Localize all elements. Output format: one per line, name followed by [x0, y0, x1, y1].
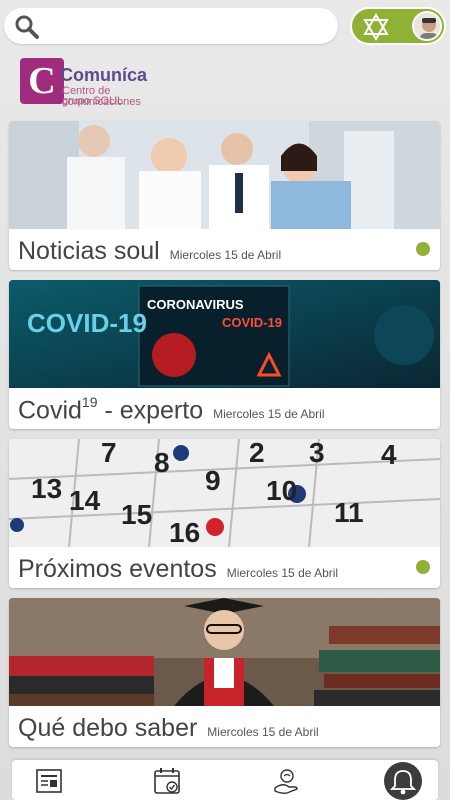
search-icon[interactable]: [14, 14, 40, 40]
card-date: Miercoles 15 de Abril: [207, 725, 319, 739]
card-date: Miercoles 15 de Abril: [226, 566, 339, 580]
avatar[interactable]: [412, 11, 442, 41]
graduate-image: [9, 598, 440, 706]
logo-subtitle-2: grupo SOUL: [62, 95, 124, 107]
bell-button[interactable]: [384, 762, 422, 800]
cal-num: 3: [309, 439, 325, 468]
calendar-check-icon[interactable]: [152, 766, 182, 796]
cal-num: 10: [266, 475, 298, 506]
avatar-image: [414, 13, 440, 39]
card-caption: Covid19 - experto Miercoles 15 de Abril: [9, 388, 440, 429]
card-proximos-eventos[interactable]: 2 3 4 7 8 9 10 11 13 14 15 16 Próximos e…: [9, 439, 440, 588]
card-title: Covid19 - experto: [18, 392, 203, 423]
card-title-main: Covid: [18, 396, 82, 424]
cal-num: 15: [121, 499, 153, 530]
star-of-david-icon[interactable]: [362, 13, 390, 41]
unread-indicator: [416, 560, 430, 574]
card-caption: Próximos eventos Miercoles 15 de Abril: [9, 547, 440, 588]
logo-mark: C: [20, 58, 64, 104]
cal-num: 11: [334, 497, 364, 528]
app-logo: C Comuníca Centro de comunicaciones grup…: [20, 58, 190, 110]
img-text-covid19: COVID-19: [222, 315, 282, 330]
card-noticias-soul[interactable]: Noticias soul Miercoles 15 de Abril: [9, 121, 440, 270]
hand-heart-icon[interactable]: [272, 766, 302, 796]
search-bar[interactable]: [4, 8, 338, 44]
bell-icon: [389, 770, 417, 795]
cal-num: 8: [154, 447, 170, 478]
doctors-image: [9, 121, 440, 229]
card-covid-experto[interactable]: COVID-19 CORONAVIRUS COVID-19 Covid19 - …: [9, 280, 440, 429]
img-text-coronavirus: CORONAVIRUS: [147, 297, 244, 312]
app-name: Comuníca: [60, 65, 148, 85]
card-title: Noticias soul: [18, 237, 160, 265]
card-title: Próximos eventos: [18, 555, 217, 583]
search-input[interactable]: [46, 14, 326, 38]
user-toggle[interactable]: [350, 7, 446, 45]
cal-num: 2: [249, 439, 265, 468]
card-caption: Qué debo saber Miercoles 15 de Abril: [9, 706, 440, 747]
img-text-covid: COVID-19: [27, 308, 147, 338]
card-date: Miercoles 15 de Abril: [213, 407, 325, 421]
card-date: Miercoles 15 de Abril: [169, 248, 282, 262]
card-que-debo-saber[interactable]: Qué debo saber Miercoles 15 de Abril: [9, 598, 440, 747]
cal-num: 4: [381, 439, 397, 470]
cal-num: 16: [169, 517, 201, 548]
cal-num: 14: [69, 485, 101, 516]
newspaper-icon[interactable]: [34, 766, 64, 796]
calendar-numbers: 2 3 4 7 8 9 10 11 13 14 15 16: [9, 439, 440, 547]
card-title-rest: - experto: [97, 396, 204, 424]
cal-num: 9: [205, 465, 221, 496]
card-title-sup: 19: [81, 393, 98, 410]
cal-num: 7: [101, 439, 117, 468]
cal-num: 13: [31, 473, 63, 504]
bottom-nav: [12, 760, 438, 800]
card-caption: Noticias soul Miercoles 15 de Abril: [9, 229, 440, 270]
card-title: Qué debo saber: [18, 714, 198, 742]
unread-indicator: [416, 242, 430, 256]
